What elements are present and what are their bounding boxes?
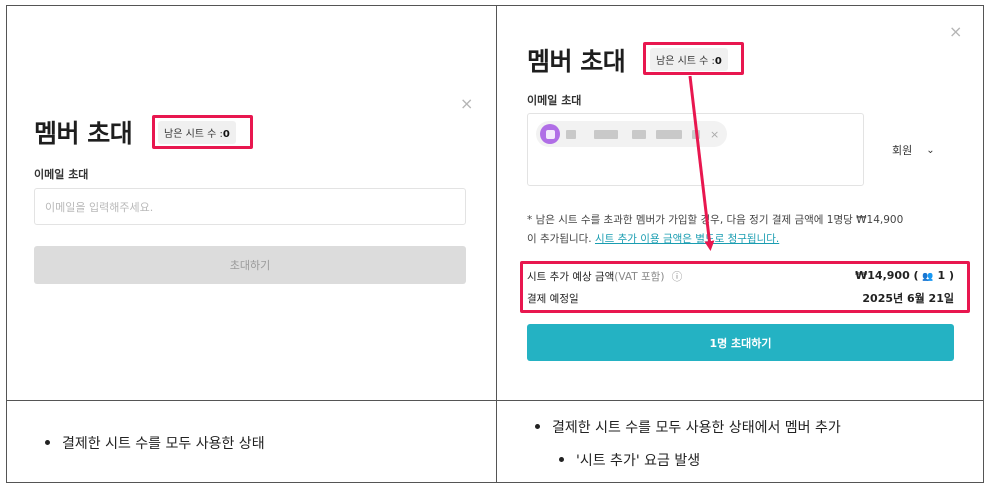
caption-left: 결제한 시트 수를 모두 사용한 상태: [45, 433, 265, 453]
annotation-arrow: [688, 75, 715, 251]
caption-right-sub: '시트 추가' 요금 발생: [559, 450, 700, 470]
caption-right-main: 결제한 시트 수를 모두 사용한 상태에서 멤버 추가: [535, 417, 841, 437]
